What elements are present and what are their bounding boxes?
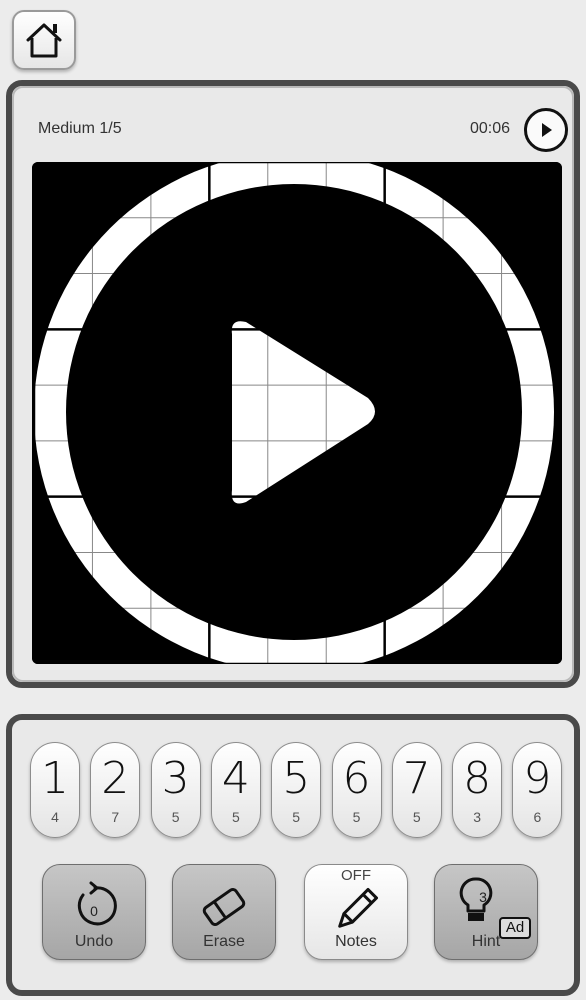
digit-button-4[interactable]: 45 [210, 742, 261, 838]
controls-panel: 142735455565758396 0 Undo Erase OFF Note… [6, 714, 580, 996]
digit-button-1[interactable]: 14 [30, 742, 80, 838]
digit-value: 4 [221, 753, 250, 804]
digit-remaining: 5 [292, 809, 301, 825]
digit-remaining: 5 [171, 809, 180, 825]
board-grid [32, 162, 562, 664]
notes-button[interactable]: OFF Notes [304, 864, 408, 960]
board-panel: Medium 1/5 00:06 [6, 80, 580, 688]
undo-label: Undo [74, 933, 114, 950]
digit-remaining: 3 [473, 809, 481, 825]
hint-button[interactable]: 3 Ad Hint [434, 864, 538, 960]
digit-remaining: 5 [231, 809, 240, 825]
digit-value: 5 [282, 753, 311, 804]
digit-button-2[interactable]: 27 [90, 742, 141, 838]
digit-value: 8 [463, 753, 492, 804]
pencil-icon [338, 887, 379, 928]
digit-remaining: 7 [111, 809, 120, 825]
digit-remaining: 4 [51, 809, 59, 825]
digit-button-6[interactable]: 65 [331, 742, 382, 838]
digit-button-7[interactable]: 75 [391, 742, 442, 838]
digit-remaining: 5 [412, 809, 421, 825]
home-icon [26, 23, 62, 58]
sudoku-board[interactable] [32, 162, 562, 664]
notes-state: OFF [341, 867, 371, 884]
digit-value: 2 [101, 753, 130, 804]
digit-remaining: 5 [352, 809, 361, 825]
play-icon [542, 123, 552, 137]
hint-label: Hint [471, 933, 501, 950]
timer: 00:06 [469, 120, 510, 137]
eraser-icon [202, 887, 246, 927]
undo-button[interactable]: 0 Undo [42, 864, 146, 960]
erase-label: Erase [203, 933, 245, 950]
difficulty-label: Medium 1/5 [38, 120, 122, 137]
hint-count: 3 [479, 889, 487, 905]
resume-button[interactable] [524, 108, 568, 152]
digit-remaining: 6 [533, 809, 542, 825]
undo-count: 0 [90, 903, 98, 919]
digit-value: 9 [523, 753, 552, 804]
digit-value: 3 [161, 753, 190, 804]
digit-button-3[interactable]: 35 [150, 742, 201, 838]
digit-button-9[interactable]: 96 [512, 742, 563, 838]
erase-button[interactable]: Erase [172, 864, 276, 960]
digit-button-8[interactable]: 83 [452, 742, 503, 838]
home-button[interactable] [12, 10, 76, 70]
digit-value: 1 [41, 753, 69, 804]
notes-label: Notes [335, 933, 377, 950]
digit-button-5[interactable]: 55 [271, 742, 322, 838]
digit-value: 6 [342, 753, 371, 804]
digit-value: 7 [402, 753, 431, 804]
